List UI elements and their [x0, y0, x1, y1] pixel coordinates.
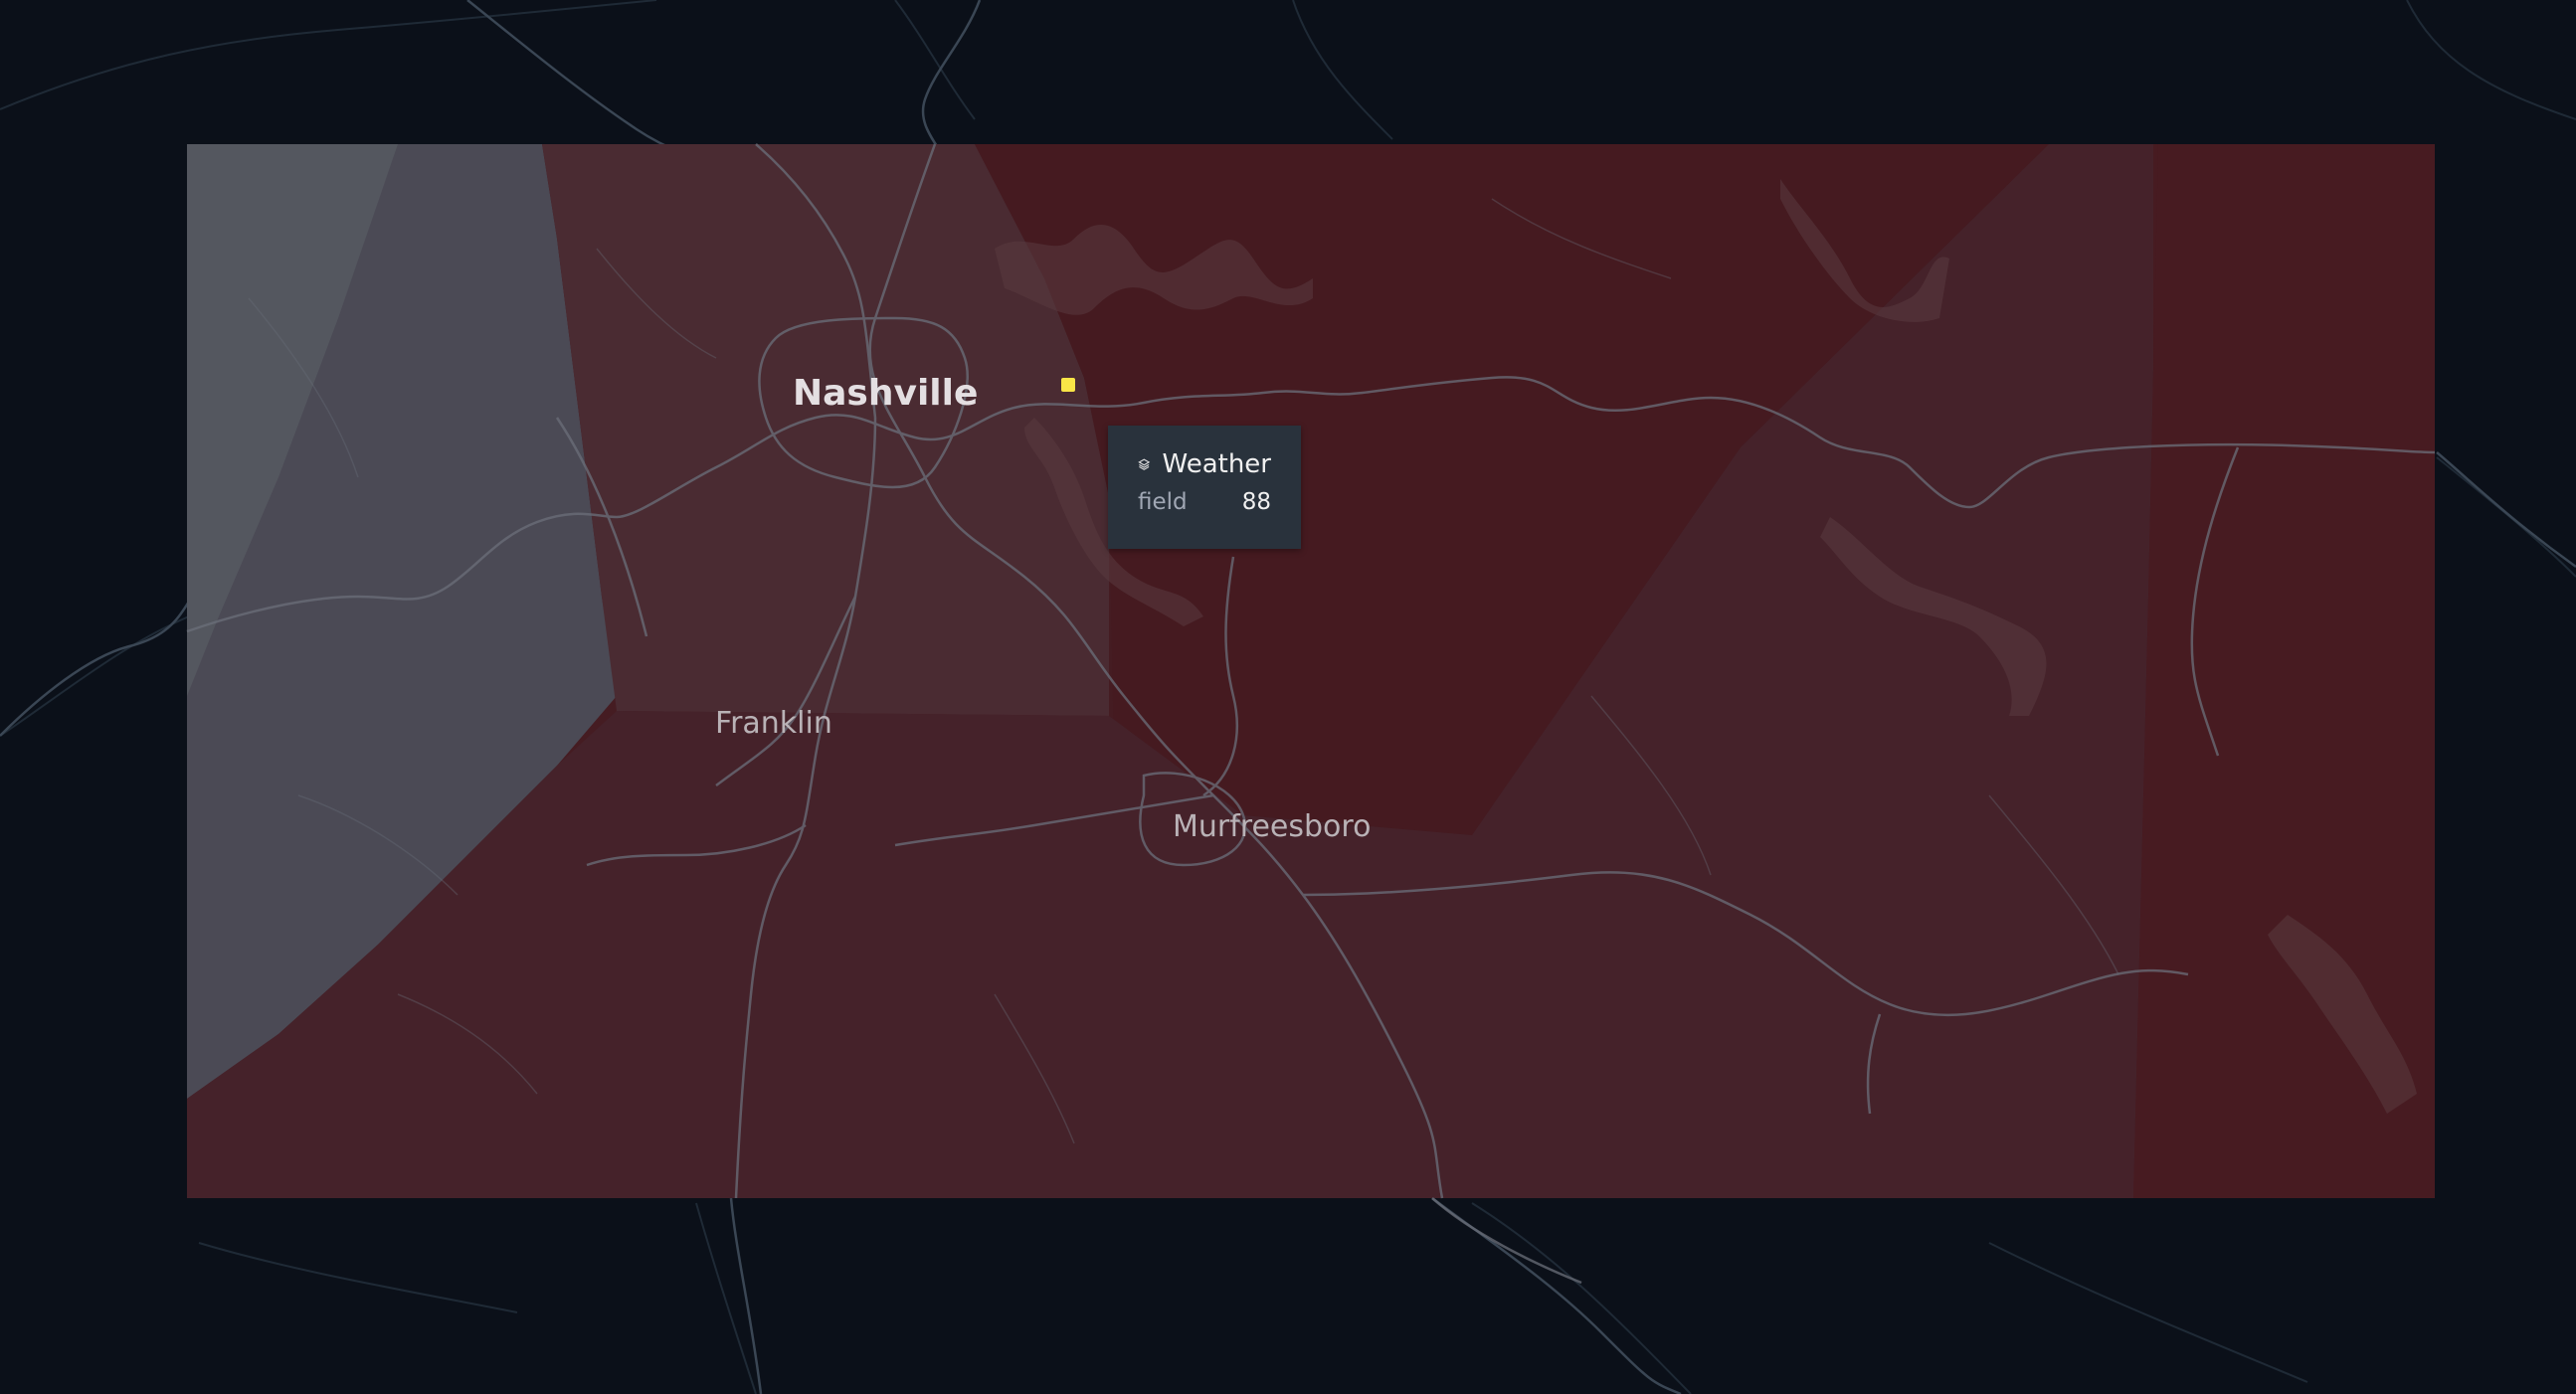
- hover-tooltip: Weather field 88: [1108, 426, 1301, 549]
- tooltip-field-value: 88: [1241, 489, 1271, 515]
- tooltip-field-key: field: [1138, 489, 1188, 515]
- tooltip-header: Weather: [1138, 447, 1271, 481]
- map-canvas[interactable]: [0, 0, 2576, 1394]
- hovered-point-marker[interactable]: [1061, 378, 1075, 392]
- city-label-nashville: Nashville: [793, 373, 979, 414]
- layers-icon: [1138, 458, 1151, 470]
- tooltip-layer-name: Weather: [1162, 449, 1271, 479]
- tooltip-field-row: field 88: [1138, 489, 1271, 515]
- city-label-franklin: Franklin: [715, 706, 832, 741]
- city-label-murfreesboro: Murfreesboro: [1173, 809, 1372, 844]
- weather-grid-layer[interactable]: [187, 144, 2435, 1198]
